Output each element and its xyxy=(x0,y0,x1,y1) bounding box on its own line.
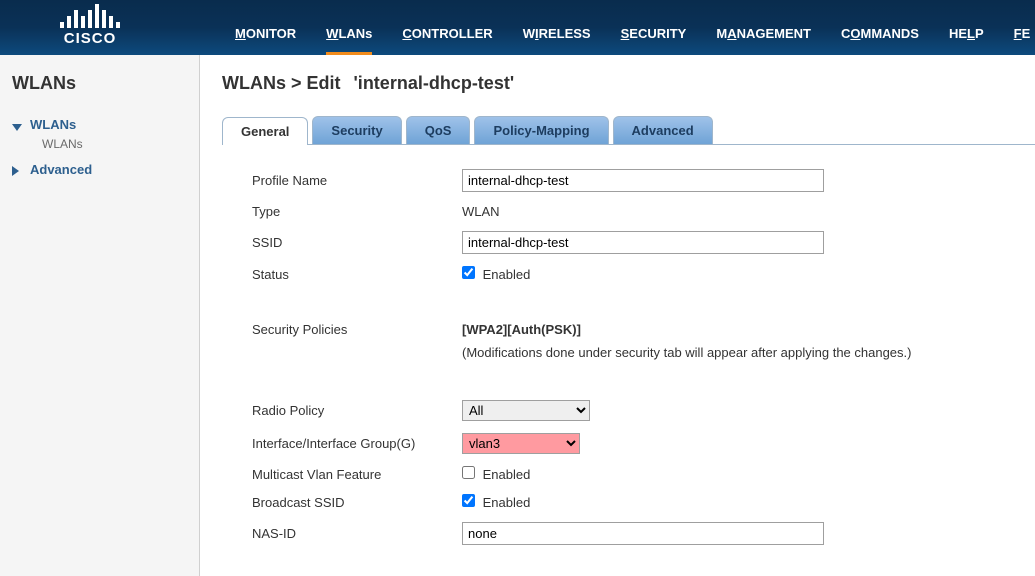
nav-controller[interactable]: CONTROLLER xyxy=(402,26,492,43)
tab-security[interactable]: Security xyxy=(312,116,401,144)
nav-feedback[interactable]: FE xyxy=(1014,26,1031,43)
status-enabled-text: Enabled xyxy=(483,267,531,282)
security-policies-note: (Modifications done under security tab w… xyxy=(462,345,911,360)
label-interface-group: Interface/Interface Group(G) xyxy=(252,436,462,451)
label-status: Status xyxy=(252,267,462,282)
status-checkbox[interactable] xyxy=(462,266,475,279)
broadcast-enabled-text: Enabled xyxy=(483,495,531,510)
sidebar-item-advanced[interactable]: Advanced xyxy=(12,159,187,180)
sidebar-item-wlans-child[interactable]: WLANs xyxy=(12,135,187,159)
header-bar: CISCO MONITOR WLANs CONTROLLER WIRELESS … xyxy=(0,0,1035,55)
nav-help[interactable]: HELP xyxy=(949,26,984,43)
label-profile-name: Profile Name xyxy=(252,173,462,188)
broadcast-ssid-checkbox[interactable] xyxy=(462,494,475,507)
label-multicast-vlan: Multicast Vlan Feature xyxy=(252,467,462,482)
nas-id-input[interactable] xyxy=(462,522,824,545)
chevron-down-icon[interactable] xyxy=(12,119,24,131)
general-form: Profile Name Type WLAN SSID Status Enabl… xyxy=(222,145,1035,569)
tab-bar: General Security QoS Policy-Mapping Adva… xyxy=(222,116,1035,145)
ssid-input[interactable] xyxy=(462,231,824,254)
nav-wlans[interactable]: WLANs xyxy=(326,26,372,55)
label-security-policies: Security Policies xyxy=(252,322,462,337)
breadcrumb: WLANs > Edit 'internal-dhcp-test' xyxy=(222,73,1035,94)
tab-policy-mapping[interactable]: Policy-Mapping xyxy=(474,116,608,144)
profile-name-input[interactable] xyxy=(462,169,824,192)
nav-management[interactable]: MANAGEMENT xyxy=(716,26,811,43)
nav-wireless[interactable]: WIRELESS xyxy=(523,26,591,43)
breadcrumb-section: WLANs > Edit xyxy=(222,73,341,93)
nav-security[interactable]: SECURITY xyxy=(621,26,687,43)
cisco-bars-icon xyxy=(60,4,120,28)
interface-group-select[interactable]: vlan3 xyxy=(462,433,580,454)
tab-advanced[interactable]: Advanced xyxy=(613,116,713,144)
radio-policy-select[interactable]: All xyxy=(462,400,590,421)
label-ssid: SSID xyxy=(252,235,462,250)
label-broadcast-ssid: Broadcast SSID xyxy=(252,495,462,510)
cisco-logo: CISCO xyxy=(60,4,120,47)
nav-monitor[interactable]: MONITOR xyxy=(235,26,296,43)
top-navigation: MONITOR WLANs CONTROLLER WIRELESS SECURI… xyxy=(235,26,1030,43)
chevron-right-icon[interactable] xyxy=(12,164,24,176)
sidebar-item-wlans-label: WLANs xyxy=(30,117,76,132)
multicast-enabled-text: Enabled xyxy=(483,467,531,482)
sidebar-item-wlans[interactable]: WLANs xyxy=(12,114,187,135)
security-policies-value: [WPA2][Auth(PSK)] xyxy=(462,322,581,337)
label-type: Type xyxy=(252,204,462,219)
sidebar: WLANs WLANs WLANs Advanced xyxy=(0,55,200,576)
multicast-vlan-checkbox[interactable] xyxy=(462,466,475,479)
tab-general[interactable]: General xyxy=(222,117,308,145)
cisco-logo-text: CISCO xyxy=(64,30,117,47)
label-nas-id: NAS-ID xyxy=(252,526,462,541)
main-content: WLANs > Edit 'internal-dhcp-test' Genera… xyxy=(200,55,1035,576)
label-radio-policy: Radio Policy xyxy=(252,403,462,418)
breadcrumb-item: 'internal-dhcp-test' xyxy=(354,73,515,93)
sidebar-title: WLANs xyxy=(12,73,187,94)
nav-commands[interactable]: COMMANDS xyxy=(841,26,919,43)
type-value: WLAN xyxy=(462,204,500,219)
sidebar-item-advanced-label: Advanced xyxy=(30,162,92,177)
tab-qos[interactable]: QoS xyxy=(406,116,471,144)
